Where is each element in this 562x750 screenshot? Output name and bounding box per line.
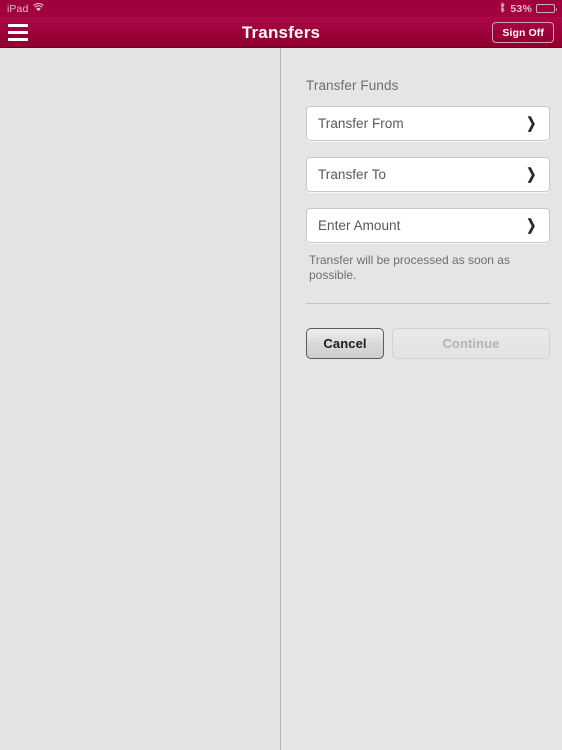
transfer-to-field[interactable]: Transfer To ❯	[306, 157, 550, 192]
chevron-right-icon: ❯	[526, 115, 537, 132]
sign-off-button[interactable]: Sign Off	[492, 22, 554, 43]
enter-amount-field[interactable]: Enter Amount ❯	[306, 208, 550, 243]
cancel-button[interactable]: Cancel	[306, 328, 384, 359]
transfer-from-field[interactable]: Transfer From ❯	[306, 106, 550, 141]
app-root: iPad 53% Transfers Sign Off Transfer Fun…	[0, 0, 562, 750]
navigation-bar: Transfers Sign Off	[0, 17, 562, 48]
chevron-right-icon: ❯	[526, 166, 537, 183]
chevron-right-icon: ❯	[526, 217, 537, 234]
status-bar: iPad 53%	[0, 0, 562, 17]
transfer-to-label: Transfer To	[318, 167, 387, 182]
transfer-form-pane: Transfer Funds Transfer From ❯ Transfer …	[282, 48, 562, 750]
transfer-from-label: Transfer From	[318, 116, 404, 131]
bluetooth-icon	[499, 2, 506, 16]
battery-percent-label: 53%	[510, 2, 532, 15]
continue-button: Continue	[392, 328, 550, 359]
transfer-funds-form: Transfer Funds Transfer From ❯ Transfer …	[282, 48, 562, 750]
page-title: Transfers	[241, 22, 321, 42]
wifi-icon	[33, 2, 45, 15]
section-title: Transfer Funds	[306, 78, 399, 93]
helper-text: Transfer will be processed as soon as po…	[309, 253, 510, 282]
form-divider	[306, 303, 550, 304]
device-label: iPad	[7, 2, 29, 15]
enter-amount-label: Enter Amount	[318, 218, 401, 233]
status-bar-left: iPad	[7, 2, 45, 15]
left-detail-pane	[0, 48, 281, 750]
status-bar-right: 53%	[499, 2, 557, 16]
battery-icon	[536, 4, 557, 13]
